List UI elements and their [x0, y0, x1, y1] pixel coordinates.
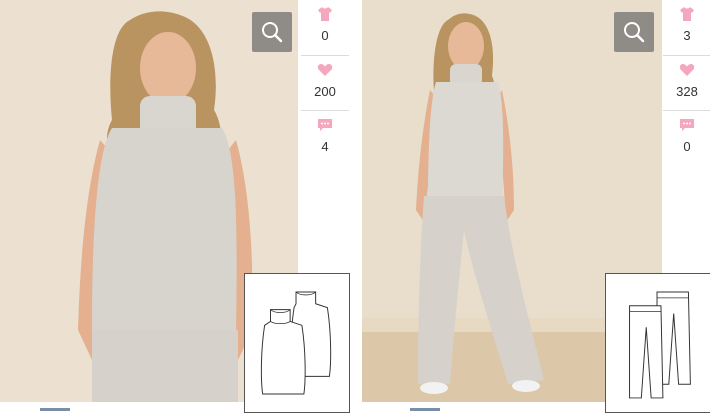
likes-count: 200 — [314, 84, 336, 99]
speech-bubble-icon — [680, 119, 694, 131]
stat-tops[interactable]: 3 — [663, 0, 710, 55]
heart-icon — [317, 63, 333, 76]
stat-tops[interactable]: 0 — [301, 0, 349, 55]
likes-count: 328 — [676, 84, 698, 99]
zoom-button[interactable] — [614, 12, 654, 52]
magnifier-icon — [624, 22, 645, 43]
divider-line — [40, 408, 70, 411]
pants-sketch-image — [629, 291, 691, 399]
technical-drawing[interactable] — [244, 273, 350, 413]
tops-count: 3 — [683, 28, 691, 43]
speech-bubble-icon — [318, 119, 332, 131]
pattern-card-top[interactable]: 0 200 4 — [0, 0, 350, 413]
magnifier-icon — [262, 22, 283, 43]
stats-column: 0 200 4 — [301, 0, 349, 165]
stats-column: 3 328 0 — [663, 0, 710, 165]
zoom-button[interactable] — [252, 12, 292, 52]
stat-comments[interactable]: 0 — [663, 110, 710, 165]
pattern-card-pants[interactable]: 3 328 0 — [362, 0, 710, 413]
top-sketch-image — [260, 291, 332, 395]
tops-count: 0 — [321, 28, 329, 43]
heart-icon — [679, 63, 695, 76]
tshirt-icon — [680, 7, 694, 21]
comments-count: 0 — [683, 139, 691, 154]
technical-drawing[interactable] — [605, 273, 710, 413]
stat-likes[interactable]: 200 — [301, 55, 349, 110]
divider-line — [410, 408, 440, 411]
stat-comments[interactable]: 4 — [301, 110, 349, 165]
stat-likes[interactable]: 328 — [663, 55, 710, 110]
comments-count: 4 — [321, 139, 329, 154]
tshirt-icon — [318, 7, 332, 21]
